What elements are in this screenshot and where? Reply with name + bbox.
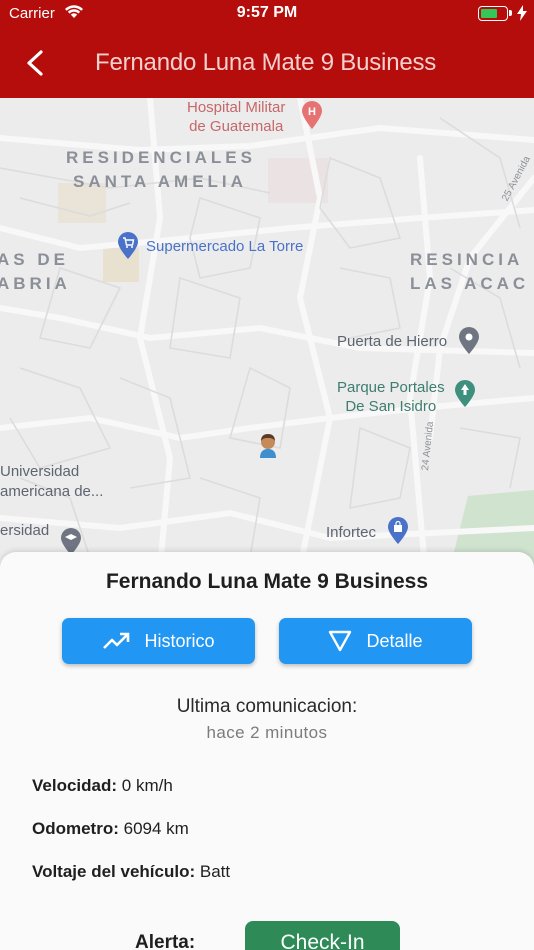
shopping-bag-pin-icon[interactable]: [387, 517, 409, 545]
chevron-left-icon: [27, 50, 43, 76]
poi-supermercado[interactable]: Supermercado La Torre: [146, 238, 303, 255]
check-in-button[interactable]: Check-In: [245, 921, 400, 950]
back-button[interactable]: [20, 48, 50, 78]
area-right-line1: RESINCIA: [410, 250, 524, 269]
area-left: AS DE ABRIA: [0, 248, 71, 296]
trending-up-icon: [103, 632, 130, 649]
map-view[interactable]: Hospital Militar de Guatemala H RESIDENC…: [0, 98, 534, 568]
poi-parque-line1: Parque Portales: [337, 379, 445, 396]
last-communication-label: Ultima comunicacion:: [176, 696, 358, 717]
velocidad-value: 0 km/h: [121, 776, 173, 795]
hospital-pin-icon[interactable]: H: [301, 100, 323, 130]
location-pin-icon[interactable]: [458, 327, 480, 355]
odometro-label: Odometro:: [32, 819, 119, 838]
odometro-value: 6094 km: [123, 819, 189, 838]
poi-universidad[interactable]: Universidad americana de...: [0, 462, 103, 502]
battery-icon: [478, 6, 508, 21]
poi-universidad-line2: americana de...: [0, 483, 104, 500]
vehicle-bottom-sheet: Fernando Luna Mate 9 Business Historico …: [0, 552, 534, 950]
voltaje-value: Batt: [199, 862, 231, 881]
triangle-down-icon: [329, 630, 352, 652]
alerta-label: Alerta:: [135, 932, 196, 950]
area-left-line2: ABRIA: [0, 274, 71, 293]
page-title: Fernando Luna Mate 9 Business: [95, 49, 437, 76]
poi-universidad-2[interactable]: ersidad: [0, 522, 49, 539]
vehicle-marker-icon[interactable]: [256, 432, 280, 458]
top-bar: Carrier 9:57 PM Fernando Luna Mate 9 Bus…: [0, 0, 534, 98]
detalle-button[interactable]: Detalle: [279, 618, 472, 664]
app-bar: Fernando Luna Mate 9 Business: [0, 28, 534, 98]
velocidad-label: Velocidad:: [32, 776, 118, 795]
poi-puerta-de-hierro[interactable]: Puerta de Hierro: [337, 333, 447, 350]
poi-parque-line2: De San Isidro: [345, 398, 437, 415]
detalle-label: Detalle: [366, 630, 423, 651]
status-bar: Carrier 9:57 PM: [0, 0, 534, 28]
area-residenciales: RESIDENCIALES SANTA AMELIA: [66, 146, 256, 194]
poi-parque-portales[interactable]: Parque Portales De San Isidro: [337, 378, 445, 416]
driver-avatar-icon: [260, 434, 276, 458]
svg-text:H: H: [308, 106, 316, 118]
area-residenciales-line1: RESIDENCIALES: [66, 148, 256, 167]
vehicle-name: Fernando Luna Mate 9 Business: [105, 570, 429, 593]
odometro-row: Odometro: 6094 km: [32, 819, 189, 839]
historico-label: Historico: [144, 630, 215, 651]
historico-button[interactable]: Historico: [62, 618, 255, 664]
area-right: RESINCIA LAS ACAC: [410, 248, 529, 296]
poi-hospital[interactable]: Hospital Militar de Guatemala: [187, 98, 285, 136]
area-residenciales-line2: SANTA AMELIA: [73, 172, 247, 191]
voltaje-row: Voltaje del vehículo: Batt: [32, 862, 230, 882]
area-left-line1: AS DE: [0, 250, 69, 269]
poi-infortec[interactable]: Infortec: [326, 524, 376, 541]
poi-hospital-line1: Hospital Militar: [187, 99, 286, 116]
last-communication-value: hace 2 minutos: [206, 723, 328, 742]
voltaje-label: Voltaje del vehículo:: [32, 862, 196, 881]
park-pin-icon[interactable]: [454, 380, 476, 408]
battery-cap: [509, 10, 512, 16]
poi-universidad-line1: Universidad: [0, 463, 80, 480]
status-time: 9:57 PM: [236, 4, 298, 21]
shopping-cart-pin-icon[interactable]: [117, 232, 139, 260]
poi-hospital-line2: de Guatemala: [189, 118, 284, 135]
area-right-line2: LAS ACAC: [410, 274, 530, 293]
charging-bolt-icon: [517, 5, 527, 25]
velocidad-row: Velocidad: 0 km/h: [32, 776, 173, 796]
